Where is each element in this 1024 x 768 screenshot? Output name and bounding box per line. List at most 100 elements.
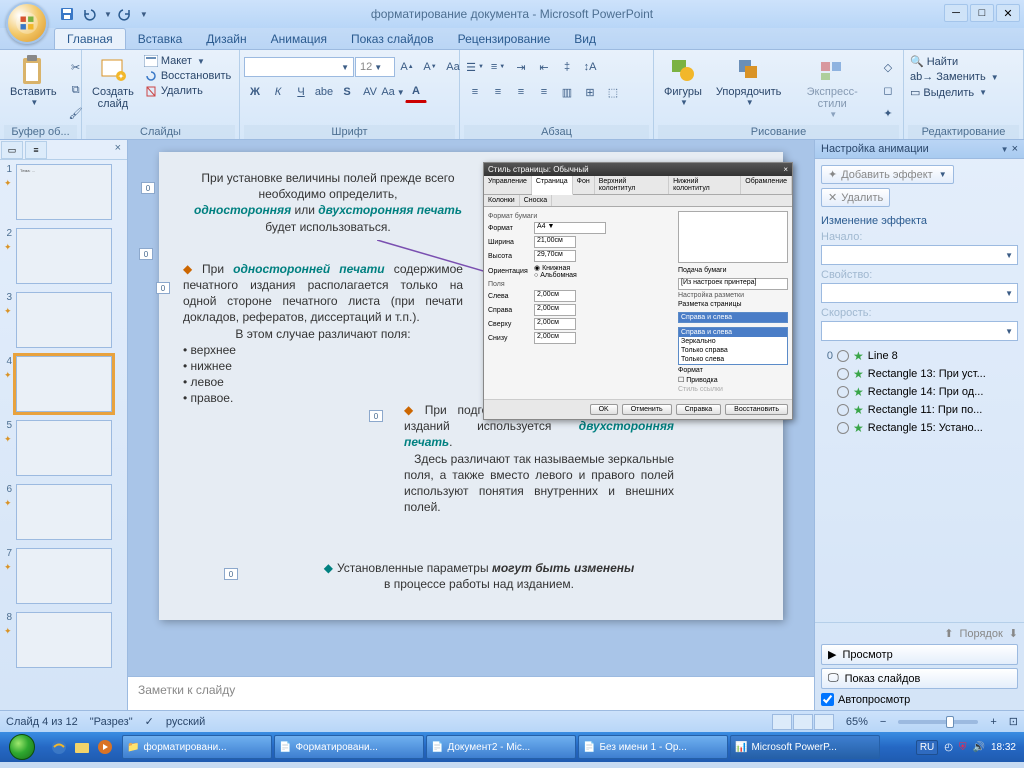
maximize-button[interactable]: □ (970, 4, 994, 22)
effect-item[interactable]: ★Rectangle 15: Устано... (821, 419, 1018, 437)
slides-tab[interactable]: ▭ (1, 141, 23, 159)
bold-icon[interactable]: Ж (244, 81, 266, 103)
align-right-icon[interactable]: ≡ (510, 81, 532, 103)
redo-icon[interactable] (116, 5, 134, 23)
effect-item[interactable]: ★Rectangle 14: При од... (821, 383, 1018, 401)
anim-tag[interactable]: 0 (156, 282, 170, 294)
underline-icon[interactable]: Ч (290, 81, 312, 103)
dlg-tab[interactable]: Обрамление (741, 176, 792, 194)
dlg-cancel-button[interactable]: Отменить (622, 404, 672, 415)
autopreview-checkbox[interactable]: Автопросмотр (821, 693, 1018, 706)
undo-dropdown-icon[interactable]: ▼ (104, 10, 112, 19)
tab-animation[interactable]: Анимация (259, 29, 339, 49)
explorer-icon[interactable] (71, 735, 93, 759)
dlg-tab[interactable]: Верхний колонтитул (595, 176, 669, 194)
align-text-icon[interactable]: ⊞ (579, 81, 601, 103)
lang-indicator[interactable]: RU (916, 740, 938, 755)
property-combo[interactable]: ▼ (821, 283, 1018, 303)
justify-icon[interactable]: ≡ (533, 81, 555, 103)
columns-icon[interactable]: ▥ (556, 81, 578, 103)
font-size-combo[interactable]: 12▼ (355, 57, 395, 77)
animpane-dropdown-icon[interactable]: ▼ (1001, 145, 1009, 154)
panel-close-icon[interactable]: × (109, 140, 127, 159)
quick-styles-button[interactable]: Экспресс-стили▼ (789, 52, 875, 121)
layout-button[interactable]: Макет ▼ (142, 54, 233, 68)
slide-thumb-4[interactable] (16, 356, 112, 412)
task-item[interactable]: 📁 форматировани... (122, 735, 272, 759)
slide-thumb-2[interactable] (16, 228, 112, 284)
zoom-in-icon[interactable]: + (990, 716, 996, 728)
dlg-tab[interactable]: Фон (573, 176, 595, 194)
dlg-pagelayout-combo[interactable]: Справа и слева (678, 312, 788, 323)
slide-thumb-7[interactable] (16, 548, 112, 604)
text-direction-icon[interactable]: ↕A (579, 56, 601, 78)
anim-tag[interactable]: 0 (224, 568, 238, 580)
dlg-ok-button[interactable]: OK (590, 404, 618, 415)
tab-insert[interactable]: Вставка (126, 29, 195, 49)
slide-thumb-1[interactable]: Тема: ... (16, 164, 112, 220)
start-combo[interactable]: ▼ (821, 245, 1018, 265)
language-status[interactable]: русский (166, 716, 205, 728)
reset-button[interactable]: Восстановить (142, 69, 233, 83)
effect-item[interactable]: ★Rectangle 13: При уст... (821, 365, 1018, 383)
start-button[interactable] (2, 733, 42, 761)
media-icon[interactable] (94, 735, 116, 759)
tab-home[interactable]: Главная (54, 28, 126, 49)
replace-button[interactable]: ab→ Заменить ▼ (908, 70, 1001, 84)
font-color-icon[interactable]: A (405, 81, 427, 103)
dlg-height-input[interactable]: 29,70см (534, 250, 576, 262)
list-level-icon[interactable]: ⇥ (510, 56, 532, 78)
shadow-icon[interactable]: S (336, 81, 358, 103)
tray-icon[interactable]: ◴ (944, 742, 953, 753)
find-button[interactable]: 🔍 Найти (908, 54, 960, 69)
font-family-combo[interactable]: ▼ (244, 57, 354, 77)
outline-tab[interactable]: ≡ (25, 141, 47, 159)
dlg-tab[interactable]: Сноска (520, 195, 552, 206)
dlg-tab[interactable]: Управление (484, 176, 532, 194)
clock[interactable]: 18:32 (991, 742, 1016, 753)
tab-review[interactable]: Рецензирование (446, 29, 563, 49)
decrease-indent-icon[interactable]: ⇤ (533, 56, 555, 78)
shape-outline-icon[interactable]: ◻ (877, 79, 899, 101)
slideshow-view-icon[interactable] (814, 714, 834, 730)
preview-button[interactable]: ▶ Просмотр (821, 644, 1018, 665)
smartart-icon[interactable]: ⬚ (602, 81, 624, 103)
italic-icon[interactable]: К (267, 81, 289, 103)
bullets-icon[interactable]: ☰▼ (464, 56, 486, 78)
effect-item[interactable]: 0★Line 8 (821, 347, 1018, 365)
select-button[interactable]: ▭ Выделить ▼ (908, 85, 989, 100)
slide-canvas[interactable]: 0 0 0 0 0 При установке величины полей п… (159, 152, 783, 620)
dlg-restore-button[interactable]: Восстановить (725, 404, 788, 415)
align-left-icon[interactable]: ≡ (464, 81, 486, 103)
task-item[interactable]: 📄 Без имени 1 - Op... (578, 735, 728, 759)
remove-effect-button[interactable]: ✕ Удалить (821, 188, 890, 207)
anim-tag[interactable]: 0 (369, 410, 383, 422)
dlg-paperfeed-combo[interactable]: [Из настроек принтера] (678, 278, 788, 290)
animpane-close-icon[interactable]: × (1012, 143, 1018, 155)
shape-effects-icon[interactable]: ✦ (877, 102, 899, 124)
font-family-input[interactable] (249, 61, 339, 73)
slide-thumb-8[interactable] (16, 612, 112, 668)
task-item[interactable]: 📄 Документ2 - Mic... (426, 735, 576, 759)
dlg-tab[interactable]: Страница (532, 176, 573, 195)
shrink-font-icon[interactable]: A▼ (419, 56, 441, 78)
tab-slideshow[interactable]: Показ слайдов (339, 29, 446, 49)
line-spacing-icon[interactable]: ‡ (556, 56, 578, 78)
speed-combo[interactable]: ▼ (821, 321, 1018, 341)
notes-pane[interactable]: Заметки к слайду (128, 676, 814, 710)
dlg-left-input[interactable]: 2,00см (534, 290, 576, 302)
fit-icon[interactable]: ⊡ (1009, 715, 1018, 728)
dlg-top-input[interactable]: 2,00см (534, 318, 576, 330)
sorter-view-icon[interactable] (793, 714, 813, 730)
slide-thumb-3[interactable] (16, 292, 112, 348)
minimize-button[interactable]: ─ (944, 4, 968, 22)
task-item[interactable]: 📄 Форматировани... (274, 735, 424, 759)
slide-thumb-6[interactable] (16, 484, 112, 540)
shapes-button[interactable]: Фигуры▼ (658, 52, 708, 109)
shape-fill-icon[interactable]: ◇ (877, 56, 899, 78)
dlg-tab[interactable]: Нижний колонтитул (669, 176, 741, 194)
close-button[interactable]: ✕ (996, 4, 1020, 22)
anim-tag[interactable]: 0 (139, 248, 153, 260)
zoom-value[interactable]: 65% (846, 716, 868, 728)
dlg-bottom-input[interactable]: 2,00см (534, 332, 576, 344)
